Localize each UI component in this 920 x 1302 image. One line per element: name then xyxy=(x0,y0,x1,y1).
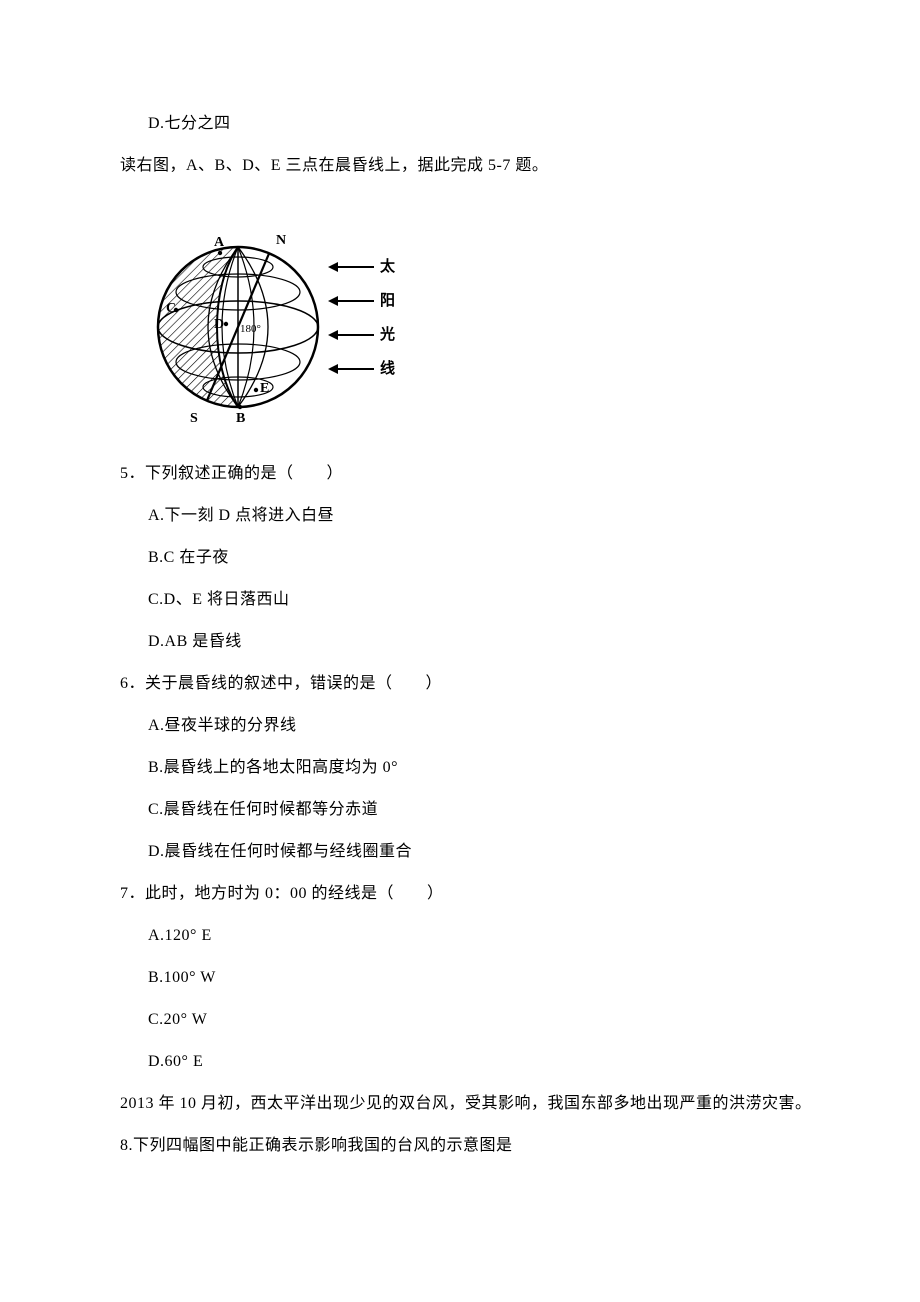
globe-svg: A N C D 180° E B S xyxy=(148,222,328,422)
stem-q8-context: 2013 年 10 月初，西太平洋出现少见的双台风，受其影响，我国东部多地出现严… xyxy=(120,1092,844,1116)
label-S: S xyxy=(190,411,198,422)
label-E: E xyxy=(260,381,269,396)
q4-option-d: D.七分之四 xyxy=(120,112,844,136)
figure-globe: A N C D 180° E B S 太 阳 光 线 xyxy=(148,222,408,428)
q7-option-a: A.120° E xyxy=(120,924,844,948)
q5-option-c: C.D、E 将日落西山 xyxy=(120,588,844,612)
q7-option-c: C.20° W xyxy=(120,1008,844,1032)
arrow-icon xyxy=(330,266,374,268)
q8-stem: 8.下列四幅图中能正确表示影响我国的台风的示意图是 xyxy=(120,1134,844,1158)
label-A: A xyxy=(214,235,225,250)
q6-option-c: C.晨昏线在任何时候都等分赤道 xyxy=(120,798,844,822)
q5-stem: 5．下列叙述正确的是（ ） xyxy=(120,462,844,486)
arrow-label-sun2: 阳 xyxy=(380,290,395,313)
q7-option-b: B.100° W xyxy=(120,966,844,990)
stem-q5-7: 读右图，A、B、D、E 三点在晨昏线上，据此完成 5-7 题。 xyxy=(120,154,844,178)
q5-option-d: D.AB 是昏线 xyxy=(120,630,844,654)
arrow-icon xyxy=(330,368,374,370)
arrow-label-sun1: 太 xyxy=(380,256,395,279)
q5-option-b: B.C 在子夜 xyxy=(120,546,844,570)
sunlight-arrows: 太 阳 光 线 xyxy=(330,250,440,386)
q7-option-d: D.60° E xyxy=(120,1050,844,1074)
arrow-label-light1: 光 xyxy=(380,324,395,347)
label-B: B xyxy=(236,411,245,422)
label-C: C xyxy=(166,301,176,316)
q5-option-a: A.下一刻 D 点将进入白昼 xyxy=(120,504,844,528)
q6-option-a: A.昼夜半球的分界线 xyxy=(120,714,844,738)
arrow-icon xyxy=(330,300,374,302)
q6-option-b: B.晨昏线上的各地太阳高度均为 0° xyxy=(120,756,844,780)
label-D: D xyxy=(214,317,224,332)
arrow-icon xyxy=(330,334,374,336)
arrow-label-light2: 线 xyxy=(380,358,395,381)
q6-option-d: D.晨昏线在任何时候都与经线圈重合 xyxy=(120,840,844,864)
label-180: 180° xyxy=(240,323,261,335)
q6-stem: 6．关于晨昏线的叙述中，错误的是（ ） xyxy=(120,672,844,696)
q7-stem: 7．此时，地方时为 0：00 的经线是（ ） xyxy=(120,882,844,906)
label-N: N xyxy=(276,233,286,248)
